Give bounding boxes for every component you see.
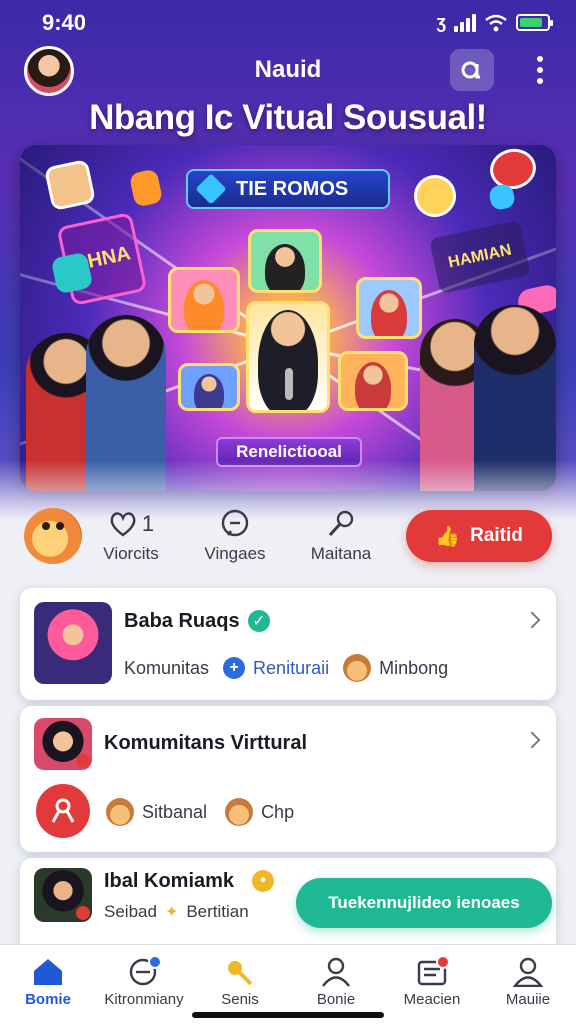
ribbon-icon <box>36 784 90 838</box>
more-options-button[interactable] <box>530 56 550 84</box>
bear-emoji-icon <box>343 654 372 682</box>
status-bar: 9:40 ʒ <box>0 8 576 38</box>
community-title: Ibal Komiamk <box>104 870 235 892</box>
notification-badge <box>148 955 162 969</box>
crowd-person <box>86 315 166 491</box>
banner-title: TIE ROMOS <box>186 169 390 209</box>
bluetooth-icon: ʒ <box>436 12 446 32</box>
meta-tag: Seibad <box>104 902 157 921</box>
rate-button-label: Raitid <box>470 525 523 546</box>
action-likes-label: Viorcits <box>103 544 159 563</box>
promo-banner[interactable]: TIE ROMOS BHNA HAMIAN Renelictiooal <box>20 145 556 491</box>
action-share[interactable]: Maitana <box>286 508 396 564</box>
person-icon <box>322 957 350 987</box>
status-icons: ʒ <box>436 12 553 33</box>
battery-icon <box>516 14 553 31</box>
rate-button[interactable]: 👍 Raitid <box>406 510 552 562</box>
action-likes[interactable]: 1 Viorcits <box>76 508 186 564</box>
banner-title-text: TIE ROMOS <box>236 177 349 200</box>
nav-profile[interactable]: Mauiie <box>480 945 576 1024</box>
community-card[interactable]: Baba Ruaqs ✓ Komunitas + Renituraii Minb… <box>20 588 556 700</box>
bear-emoji-icon <box>225 798 254 826</box>
join-button[interactable]: Tuekennujlideo ienoaes <box>296 878 552 928</box>
meta-tag: Sitbanal <box>142 801 208 822</box>
heart-icon <box>110 512 136 537</box>
nav-home[interactable]: Bomie <box>0 945 96 1024</box>
community-title: Komumitans Virttural <box>104 732 307 754</box>
photo-frame <box>178 363 240 411</box>
nav-label: Meacien <box>403 991 461 1008</box>
nav-media[interactable]: Meacien <box>384 945 480 1024</box>
sticker-orange <box>128 168 164 208</box>
community-meta: Sitbanal Chp <box>106 798 294 826</box>
bear-emoji-icon <box>106 798 134 826</box>
neon-sign-right: HAMIAN <box>429 220 531 294</box>
hero-headline: Nbang Ic Vitual Sousual! <box>89 98 487 137</box>
community-meta: Seibad ✦ Bertitian <box>104 902 249 922</box>
search-icon <box>461 61 480 79</box>
hero-header: 9:40 ʒ Nauid Nbang Ic Vitual Sousual! TI… <box>0 0 576 520</box>
sticker-avatar <box>410 171 460 221</box>
diamond-icon <box>195 173 227 205</box>
community-thumbnail <box>34 718 92 770</box>
meta-tag: Chp <box>261 801 295 822</box>
wifi-icon <box>485 14 507 31</box>
plus-icon: + <box>223 657 246 679</box>
chevron-right-icon[interactable] <box>523 611 541 629</box>
community-title: Baba Ruaqs <box>124 610 240 632</box>
nav-label: Senis <box>221 991 259 1008</box>
banner-cta-button[interactable]: Renelictiooal <box>216 437 362 467</box>
notification-badge <box>436 955 450 969</box>
profile-icon <box>512 957 544 987</box>
community-thumbnail <box>34 868 92 922</box>
photo-frame-center <box>246 301 330 413</box>
nav-chat[interactable]: Kitronmiany <box>96 945 192 1024</box>
nav-label: Kitronmiany <box>104 991 184 1008</box>
photo-frame <box>168 267 240 333</box>
photo-frame <box>338 351 408 411</box>
party-icon: ✦ <box>164 904 179 921</box>
thumbs-up-icon: 👍 <box>435 525 461 548</box>
microphone-icon <box>285 368 293 400</box>
likes-count: 1 <box>141 511 155 536</box>
community-thumbnail <box>34 602 112 684</box>
microphone-icon <box>328 510 354 537</box>
badge-icon <box>76 754 90 768</box>
action-comments[interactable]: Vingaes <box>180 508 290 564</box>
bottom-nav: Bomie Kitronmiany Senis Bonie Meacien Ma… <box>0 944 576 1024</box>
action-share-label: Maitana <box>310 544 372 563</box>
comment-icon <box>221 509 249 537</box>
photo-frame <box>248 229 322 293</box>
badge-icon <box>76 906 90 920</box>
home-icon <box>34 959 62 985</box>
photo-frame <box>356 277 422 339</box>
meta-tag: Minbong <box>379 657 449 678</box>
signal-icon <box>454 13 476 32</box>
nav-label: Mauiie <box>505 991 551 1008</box>
action-row: 1 Viorcits Vingaes Maitana 👍 Raitid <box>0 500 576 576</box>
chevron-right-icon[interactable] <box>523 731 541 749</box>
meta-tag: Bertitian <box>186 902 249 921</box>
gold-badge-icon: • <box>252 870 274 892</box>
meta-tag: Renituraii <box>253 657 330 678</box>
mascot-icon <box>24 508 82 564</box>
verified-icon: ✓ <box>248 610 270 632</box>
meta-tag: Komunitas <box>124 657 210 678</box>
key-icon <box>228 961 253 986</box>
search-button[interactable] <box>450 49 494 91</box>
home-indicator <box>192 1012 384 1018</box>
status-time: 9:40 <box>42 10 87 35</box>
community-card[interactable]: Komumitans Virttural Sitbanal Chp <box>20 706 556 852</box>
neon-sign-right-text: HAMIAN <box>446 241 513 272</box>
crowd-person <box>474 305 556 491</box>
action-comments-label: Vingaes <box>204 544 266 563</box>
sticker-photo <box>43 158 97 212</box>
community-meta: Komunitas + Renituraii Minbong <box>124 654 448 682</box>
nav-label: Bomie <box>25 991 71 1008</box>
nav-label: Bonie <box>316 991 356 1008</box>
